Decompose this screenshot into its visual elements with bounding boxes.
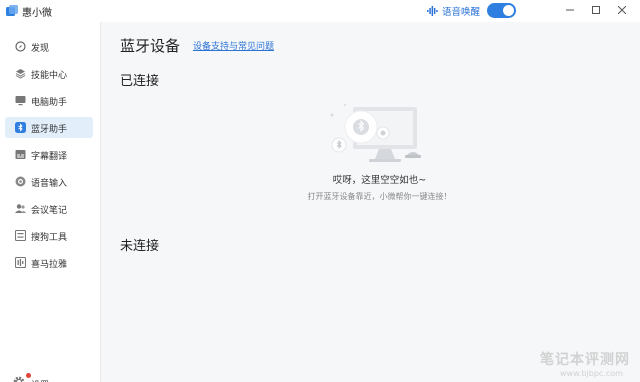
sidebar-item-label: 语音输入 (31, 179, 68, 189)
voice-wave-icon (427, 6, 438, 16)
sidebar-item-label: 搜狗工具 (31, 233, 68, 243)
ximalaya-icon (15, 257, 26, 268)
empty-devices-illustration (330, 104, 421, 162)
sidebar-item-label: 发现 (31, 44, 50, 54)
settings-button[interactable]: 设置 (13, 373, 73, 382)
sidebar-item-label: 电脑助手 (31, 98, 68, 108)
sidebar-item-discover[interactable]: 发现 (5, 36, 93, 57)
voice-wake-toggle[interactable] (487, 3, 516, 18)
sidebar-item-skills[interactable]: 技能中心 (5, 63, 93, 84)
sidebar: 发现 技能中心 电脑助手 蓝牙助手 字幕翻译 语音输入 会议笔记 搜狗工具 喜马… (0, 22, 101, 382)
main-panel: 蓝牙设备 设备支持与常见问题 已连接 哎呀，这里空空如也~ 打开蓝牙设备靠近，小… (101, 22, 640, 382)
empty-state-hint: 打开蓝牙设备靠近，小微帮你一键连接！ (307, 192, 452, 201)
sidebar-item-sogou-tools[interactable]: 搜狗工具 (5, 225, 93, 246)
sidebar-item-label: 蓝牙助手 (31, 125, 68, 135)
voice-wake-label: 语音唤醒 (442, 7, 481, 18)
title-bar: 惠小微 语音唤醒 (0, 0, 640, 22)
watermark-url: www.bjbpc.com (560, 369, 623, 378)
discover-icon (15, 41, 26, 52)
subtitle-icon (15, 150, 26, 159)
meeting-icon (15, 204, 26, 213)
voice-icon (15, 176, 26, 187)
sidebar-item-meeting[interactable]: 会议笔记 (5, 198, 93, 219)
layers-icon (15, 69, 26, 79)
bluetooth-icon (15, 122, 26, 133)
connected-section-title: 已连接 (120, 74, 160, 89)
empty-state-message: 哎呀，这里空空如也~ (332, 175, 427, 186)
maximize-button[interactable] (587, 2, 605, 18)
sidebar-item-ximalaya[interactable]: 喜马拉雅 (5, 252, 93, 273)
minimize-icon (566, 9, 574, 11)
help-link[interactable]: 设备支持与常见问题 (193, 39, 274, 52)
toggle-knob (503, 5, 514, 16)
page-title: 蓝牙设备 (120, 37, 181, 55)
maximize-icon (592, 6, 600, 14)
sidebar-item-pc-assistant[interactable]: 电脑助手 (5, 90, 93, 111)
sidebar-item-subtitle[interactable]: 字幕翻译 (5, 144, 93, 165)
sidebar-item-label: 字幕翻译 (31, 152, 68, 162)
voice-wake-control: 语音唤醒 (427, 4, 480, 18)
disconnected-section-title: 未连接 (120, 239, 160, 254)
sidebar-item-label: 会议笔记 (31, 206, 68, 216)
close-icon (618, 6, 626, 14)
sidebar-item-voice-input[interactable]: 语音输入 (5, 171, 93, 192)
sidebar-item-bluetooth[interactable]: 蓝牙助手 (5, 117, 93, 138)
sidebar-item-label: 技能中心 (31, 71, 68, 81)
app-title: 惠小微 (22, 8, 52, 19)
app-logo-icon (6, 5, 18, 16)
gear-icon (13, 376, 25, 382)
sidebar-item-label: 喜马拉雅 (31, 260, 68, 270)
watermark: 笔记本评测网 (540, 352, 630, 368)
tools-icon (15, 230, 26, 241)
settings-label: 设置 (31, 378, 49, 382)
close-button[interactable] (613, 2, 631, 18)
minimize-button[interactable] (561, 2, 579, 18)
monitor-icon (15, 96, 26, 106)
